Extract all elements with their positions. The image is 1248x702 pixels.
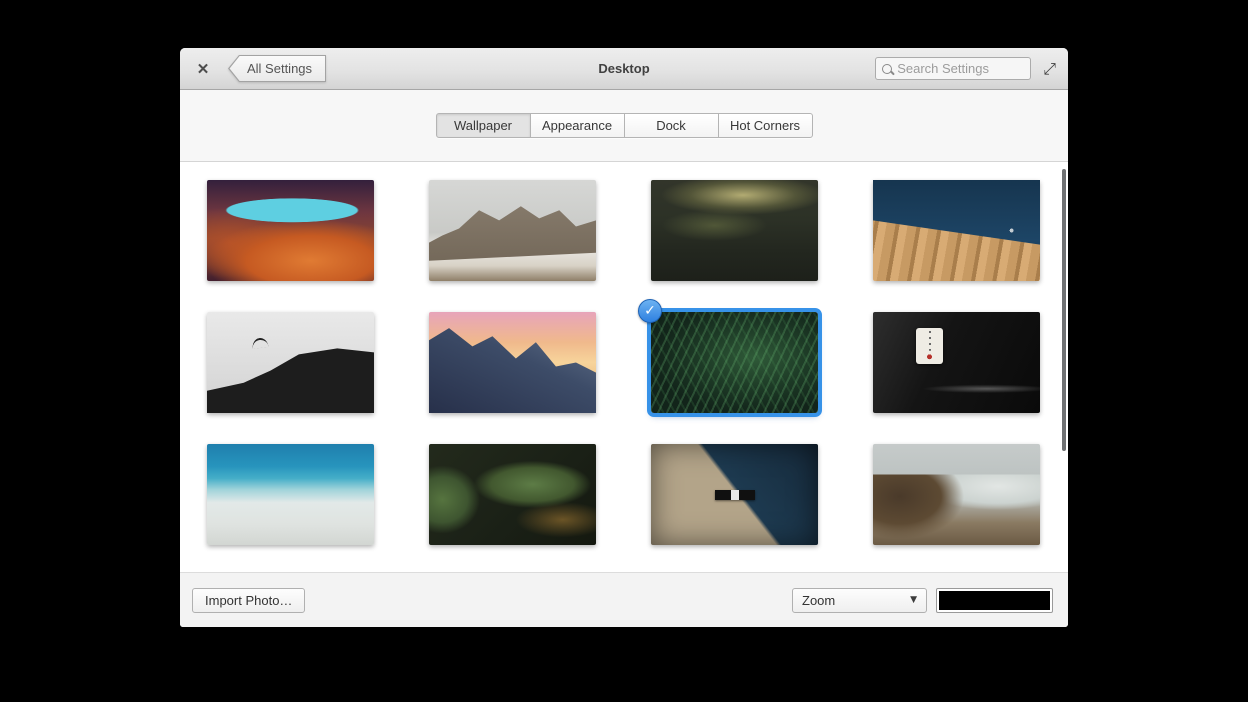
wallpaper-thumbnail-misty-forest[interactable] xyxy=(651,180,818,281)
wallpaper-thumbnail-coast-cliff[interactable] xyxy=(873,444,1040,545)
color-swatch-fill xyxy=(939,591,1050,610)
vertical-scrollbar[interactable] xyxy=(1062,169,1066,451)
tab-dock[interactable]: Dock xyxy=(624,113,719,138)
search-input-container[interactable] xyxy=(875,57,1031,80)
tab-wallpaper[interactable]: Wallpaper xyxy=(436,113,531,138)
wallpaper-thumbnail-fern[interactable]: ✓ xyxy=(651,312,818,413)
wallpaper-thumbnail-lantern[interactable] xyxy=(873,312,1040,413)
wallpaper-thumbnail-ocean-aerial[interactable] xyxy=(207,444,374,545)
search-input[interactable] xyxy=(897,61,1024,76)
wallpaper-thumbnail-bird-mountain[interactable] xyxy=(207,312,374,413)
maximize-icon[interactable]: ⤢ xyxy=(1043,61,1056,77)
tab-section: Wallpaper Appearance Dock Hot Corners xyxy=(180,90,1068,162)
wallpaper-grid: ✓ xyxy=(180,162,1068,563)
tab-appearance[interactable]: Appearance xyxy=(530,113,625,138)
back-button-label[interactable]: All Settings xyxy=(229,56,325,81)
wallpaper-scroll-area: ✓ xyxy=(180,162,1068,572)
selected-check-icon: ✓ xyxy=(638,299,662,323)
wallpaper-thumbnail-sunset-peaks[interactable] xyxy=(429,312,596,413)
wallpaper-thumbnail-conifer-branch[interactable] xyxy=(429,444,596,545)
background-color-button[interactable] xyxy=(936,588,1053,613)
zoom-dropdown[interactable]: Zoom ▼ xyxy=(792,588,927,613)
zoom-dropdown-label: Zoom xyxy=(802,593,835,608)
header-bar: ✕ All Settings Desktop ⤢ xyxy=(180,48,1068,90)
wallpaper-thumbnail-satellite[interactable] xyxy=(651,444,818,545)
action-bar: Import Photo… Zoom ▼ xyxy=(180,572,1068,627)
wallpaper-thumbnail-canyon[interactable] xyxy=(207,180,374,281)
chevron-down-icon: ▼ xyxy=(910,595,917,605)
search-icon xyxy=(882,64,892,74)
wallpaper-thumbnail-snowy-mountains[interactable] xyxy=(429,180,596,281)
wallpaper-thumbnail-lake-dock[interactable] xyxy=(873,180,1040,281)
tab-hot-corners[interactable]: Hot Corners xyxy=(718,113,813,138)
settings-window: ✕ All Settings Desktop ⤢ Wallpaper Appea… xyxy=(180,48,1068,627)
import-photo-button[interactable]: Import Photo… xyxy=(192,588,305,613)
close-icon[interactable]: ✕ xyxy=(192,58,214,80)
back-button[interactable]: All Settings xyxy=(228,55,326,82)
tab-group: Wallpaper Appearance Dock Hot Corners xyxy=(436,113,813,138)
